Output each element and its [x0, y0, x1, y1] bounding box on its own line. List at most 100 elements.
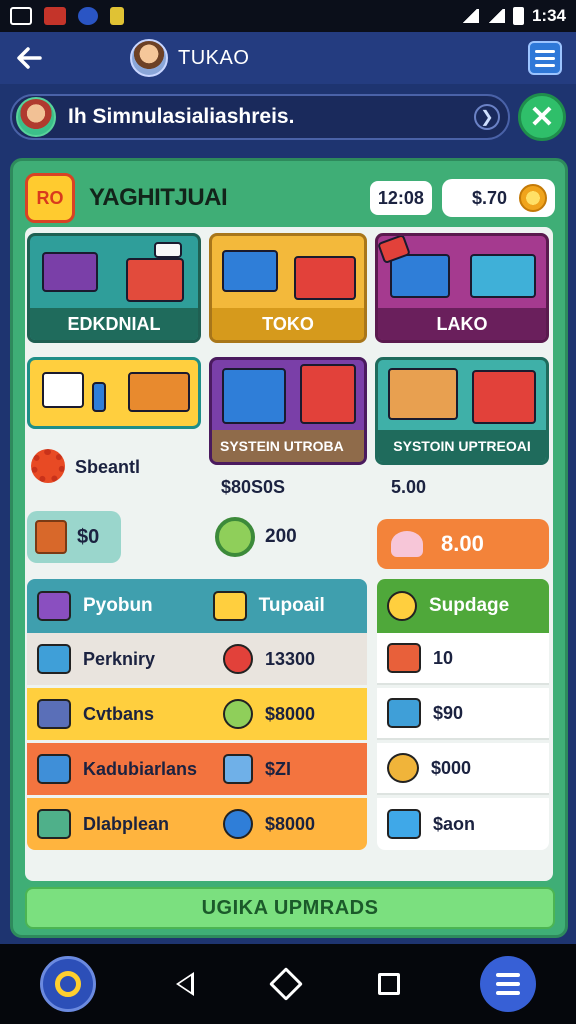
- coin-stack-icon: [387, 753, 419, 783]
- token-icon: [223, 644, 253, 674]
- side-row[interactable]: $000: [377, 743, 549, 795]
- side-row-value: 10: [433, 647, 454, 668]
- shop-card-lako[interactable]: LAKO: [375, 233, 549, 343]
- gear-label: Sbeantl: [75, 457, 141, 477]
- list-header-mid-label: Tupoail: [258, 595, 325, 616]
- gear-icon[interactable]: [31, 449, 65, 483]
- arrow-left-icon[interactable]: [14, 43, 44, 73]
- navigation-bar: [0, 944, 576, 1024]
- app-bar: TUKAO: [0, 32, 576, 84]
- check-coin-icon: [215, 517, 255, 557]
- upgrade-card-label: SYSTOIN UPTREOAI: [378, 430, 546, 462]
- monitor-icon: [37, 754, 71, 784]
- time-badge: 12:08: [369, 181, 432, 215]
- side-row-value: $aon: [433, 813, 476, 834]
- shop-area: EDKDNIAL TOKO LAKO SYSTEIN UTROBA $80S0S…: [25, 227, 553, 881]
- gem-icon: [391, 531, 423, 557]
- coin-reward[interactable]: 200: [215, 517, 297, 557]
- side-row-value: $000: [431, 757, 472, 778]
- ticket-icon: [212, 591, 247, 621]
- search-bar[interactable]: Ih Simnulasialiashreis. ❯: [10, 94, 510, 140]
- status-bar: 1:34: [0, 0, 576, 32]
- coin-icon: [519, 184, 547, 212]
- shop-card-label: LAKO: [378, 308, 546, 340]
- list-row[interactable]: Kadubiarlans $ZI: [27, 743, 367, 795]
- list-menu-button[interactable]: [528, 41, 562, 75]
- side-row[interactable]: 10: [377, 633, 549, 685]
- buy-price: 8.00: [441, 531, 484, 556]
- ring-icon: [55, 971, 81, 997]
- list-row[interactable]: Cvtbans $8000: [27, 688, 367, 740]
- coin-amount: $.70: [471, 187, 507, 208]
- list-row[interactable]: Perkniry 13300: [27, 633, 367, 685]
- main-panel: RO YAGHITJUAI 12:08 $.70 EDKDNIAL TOKO L…: [10, 158, 568, 938]
- upgrades-button[interactable]: UGIKA UPMRADS: [25, 887, 555, 929]
- list-row-value: 13300: [265, 648, 316, 669]
- accessibility-icon: [110, 7, 124, 25]
- nav-home-icon[interactable]: [269, 967, 303, 1001]
- side-row[interactable]: $90: [377, 688, 549, 740]
- game-logo: RO: [25, 173, 75, 223]
- upgrade-value: 5.00: [391, 477, 427, 497]
- shop-card-label: TOKO: [212, 308, 364, 340]
- coin-icon: [387, 591, 417, 621]
- panel-header: RO YAGHITJUAI 12:08 $.70: [25, 173, 555, 223]
- basket-icon: [387, 698, 421, 728]
- truck-icon: [37, 699, 71, 729]
- nav-menu-button[interactable]: [480, 956, 536, 1012]
- profile-avatar[interactable]: [130, 39, 168, 77]
- chevron-right-icon[interactable]: ❯: [474, 104, 500, 130]
- nav-back-icon[interactable]: [176, 972, 194, 996]
- gallery-icon: [10, 7, 32, 25]
- shop-card-tools[interactable]: [27, 357, 201, 429]
- shop-card-toko[interactable]: TOKO: [209, 233, 367, 343]
- shop-card-label: EDKDNIAL: [30, 308, 198, 340]
- signal-icon: [460, 9, 479, 23]
- nav-recents-icon[interactable]: [378, 973, 400, 995]
- app-title: TUKAO: [178, 46, 250, 69]
- browser-icon: [78, 7, 98, 25]
- token-icon: [223, 809, 253, 839]
- list-row-name: Kadubiarlans: [83, 758, 198, 779]
- cash-badge[interactable]: $0: [27, 511, 121, 563]
- upgrade-card-systoin[interactable]: SYSTOIN UPTREOAI: [375, 357, 549, 465]
- cube-icon: [387, 809, 421, 839]
- list-row-value: $8000: [265, 703, 316, 724]
- list-header-left: Pyobun Tupoail: [27, 579, 367, 633]
- list-header-left-label: Pyobun: [83, 595, 153, 616]
- list-row-name: Perkniry: [83, 648, 156, 669]
- app-launcher-button[interactable]: [40, 956, 96, 1012]
- list-row-name: Dlabplean: [83, 813, 170, 834]
- crate-icon: [37, 591, 71, 621]
- token-icon: [223, 699, 253, 729]
- status-time: 1:34: [531, 6, 566, 25]
- battery-icon: [512, 7, 524, 25]
- coin-balance[interactable]: $.70: [441, 179, 555, 217]
- cash-stack-icon: [35, 520, 67, 554]
- close-button[interactable]: ✕: [518, 93, 566, 141]
- user-avatar: [16, 97, 56, 137]
- list-header-right-label: Supdage: [429, 595, 510, 616]
- side-row[interactable]: $aon: [377, 798, 549, 850]
- list-row-name: Cvtbans: [83, 703, 155, 724]
- buy-button[interactable]: 8.00: [377, 519, 549, 569]
- cash-label: $0: [77, 525, 100, 548]
- list-row-value: $8000: [265, 813, 316, 834]
- wifi-icon: [486, 9, 505, 23]
- cube-icon: [223, 754, 253, 784]
- upgrade-value: $80S0S: [221, 477, 286, 497]
- upgrade-card-system[interactable]: SYSTEIN UTROBA: [209, 357, 367, 465]
- search-row: Ih Simnulasialiashreis. ❯ ✕: [10, 92, 566, 142]
- search-text: Ih Simnulasialiashreis.: [68, 105, 295, 128]
- gift-icon: [387, 643, 421, 673]
- tools-illustration: [30, 360, 198, 426]
- panel-title: YAGHITJUAI: [89, 184, 228, 211]
- list-row-value: $ZI: [265, 758, 292, 779]
- basket-icon: [37, 644, 71, 674]
- list-header-right: Supdage: [377, 579, 549, 633]
- coin-value: 200: [265, 526, 297, 547]
- shop-card-edkdnial[interactable]: EDKDNIAL: [27, 233, 201, 343]
- upgrade-card-label: SYSTEIN UTROBA: [212, 430, 364, 462]
- car-icon: [37, 809, 71, 839]
- list-row[interactable]: Dlabplean $8000: [27, 798, 367, 850]
